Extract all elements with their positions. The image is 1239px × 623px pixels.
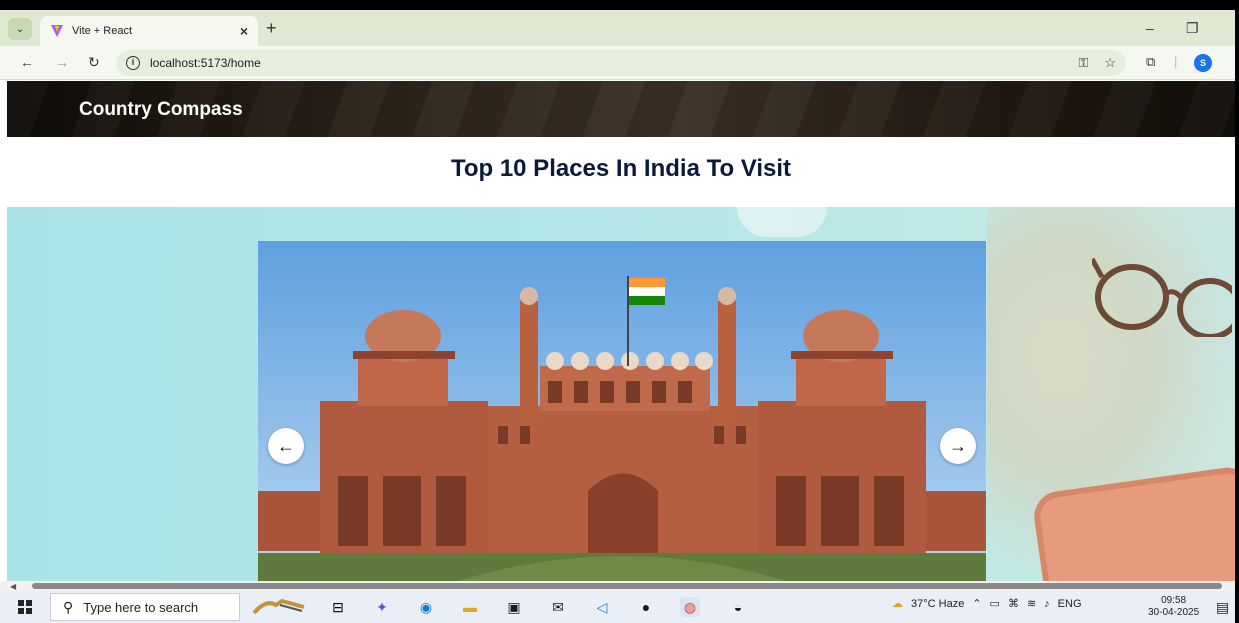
site-navbar: Country Compass: [7, 81, 1235, 137]
hero-section: ← →: [7, 207, 1235, 581]
photos-icon[interactable]: ◒: [728, 597, 748, 617]
airplane-wing-decoration: [737, 207, 827, 237]
minimize-button[interactable]: –: [1146, 20, 1154, 36]
site-brand[interactable]: Country Compass: [79, 99, 243, 121]
show-hidden-icons-icon[interactable]: ⌃: [972, 597, 981, 610]
battery-icon[interactable]: ▭: [990, 597, 1000, 610]
scrollbar-thumb[interactable]: [32, 583, 1222, 589]
network-icon[interactable]: ⌘: [1008, 597, 1019, 610]
weather-icon[interactable]: ☁: [892, 597, 903, 610]
page-viewport: Country Compass Top 10 Places In India T…: [7, 81, 1235, 581]
notifications-icon[interactable]: ▤: [1216, 599, 1229, 616]
edge-browser-icon[interactable]: ◉: [416, 597, 436, 617]
tab-title: Vite + React: [72, 25, 133, 37]
file-explorer-icon[interactable]: ▬: [460, 597, 480, 617]
taskbar-clock[interactable]: 09:58 30-04-2025: [1148, 595, 1199, 619]
copilot-icon[interactable]: ✦: [372, 597, 392, 617]
taskbar-search-input[interactable]: ⚲ Type here to search: [50, 593, 240, 621]
toolbar-divider: |: [1174, 54, 1178, 69]
red-fort-slide-image: [258, 241, 986, 581]
browser-toolbar: ← → ↻ i localhost:5173/home ⚿ ☆ ⧉ | S: [0, 46, 1235, 80]
address-bar[interactable]: i localhost:5173/home ⚿ ☆: [116, 50, 1126, 76]
volume-icon[interactable]: ♪: [1044, 598, 1050, 610]
new-tab-button[interactable]: +: [266, 18, 277, 39]
reload-icon[interactable]: ↻: [88, 54, 100, 71]
system-tray: ☁ 37°C Haze ⌃ ▭ ⌘ ≋ ♪ ENG: [892, 597, 1082, 611]
desktop-screen: ⌄ Vite + React × + – ❐ ← → ↻ i localhost…: [0, 0, 1239, 623]
scroll-left-icon[interactable]: ◀: [10, 582, 16, 591]
taskbar-search-placeholder: Type here to search: [83, 599, 199, 615]
mail-icon[interactable]: ✉: [548, 597, 568, 617]
horizontal-scrollbar[interactable]: ◀: [0, 581, 1235, 591]
windows-taskbar: ⚲ Type here to search ⊟ ✦ ◉ ▬ ▣ ✉ ◁ ● ◍ …: [0, 591, 1239, 623]
chrome-icon[interactable]: ◍: [680, 597, 700, 617]
microsoft-store-icon[interactable]: ▣: [504, 597, 524, 617]
profile-avatar[interactable]: S: [1194, 54, 1212, 72]
task-view-icon[interactable]: ⊟: [328, 597, 348, 617]
tab-search-button[interactable]: ⌄: [8, 18, 32, 40]
screen-border: [0, 0, 1239, 10]
extensions-icon[interactable]: ⧉: [1146, 54, 1155, 70]
page-title: Top 10 Places In India To Visit: [450, 155, 792, 182]
bookmark-star-icon[interactable]: ☆: [1104, 55, 1116, 71]
back-arrow-icon[interactable]: ←: [20, 54, 34, 70]
screen-border-right: [1235, 0, 1239, 623]
image-carousel[interactable]: ← →: [258, 241, 986, 581]
site-info-icon[interactable]: i: [126, 56, 140, 70]
carousel-prev-button[interactable]: ←: [268, 428, 304, 464]
tab-close-icon[interactable]: ×: [240, 23, 248, 39]
password-key-icon[interactable]: ⚿: [1078, 55, 1088, 71]
windows-start-icon[interactable]: [18, 600, 32, 614]
vite-favicon-icon: [51, 25, 63, 37]
browser-tab[interactable]: Vite + React ×: [40, 16, 258, 46]
carousel-next-button[interactable]: →: [940, 428, 976, 464]
wifi-icon[interactable]: ≋: [1027, 597, 1036, 610]
clock-date: 30-04-2025: [1148, 607, 1200, 618]
browser-tabstrip: ⌄ Vite + React × + – ❐: [0, 10, 1235, 46]
language-indicator[interactable]: ENG: [1058, 598, 1082, 610]
mongodb-compass-icon[interactable]: ●: [636, 597, 656, 617]
forward-arrow-icon[interactable]: →: [55, 54, 69, 70]
address-url: localhost:5173/home: [150, 56, 261, 70]
search-icon: ⚲: [63, 598, 74, 615]
sunglasses-decoration: [1092, 257, 1232, 337]
vscode-icon[interactable]: ◁: [592, 597, 612, 617]
clock-time: 09:58: [1161, 595, 1187, 606]
restore-button[interactable]: ❐: [1186, 20, 1199, 37]
weather-text[interactable]: 37°C Haze: [911, 598, 964, 610]
taskbar-widget-icon[interactable]: [252, 597, 306, 617]
